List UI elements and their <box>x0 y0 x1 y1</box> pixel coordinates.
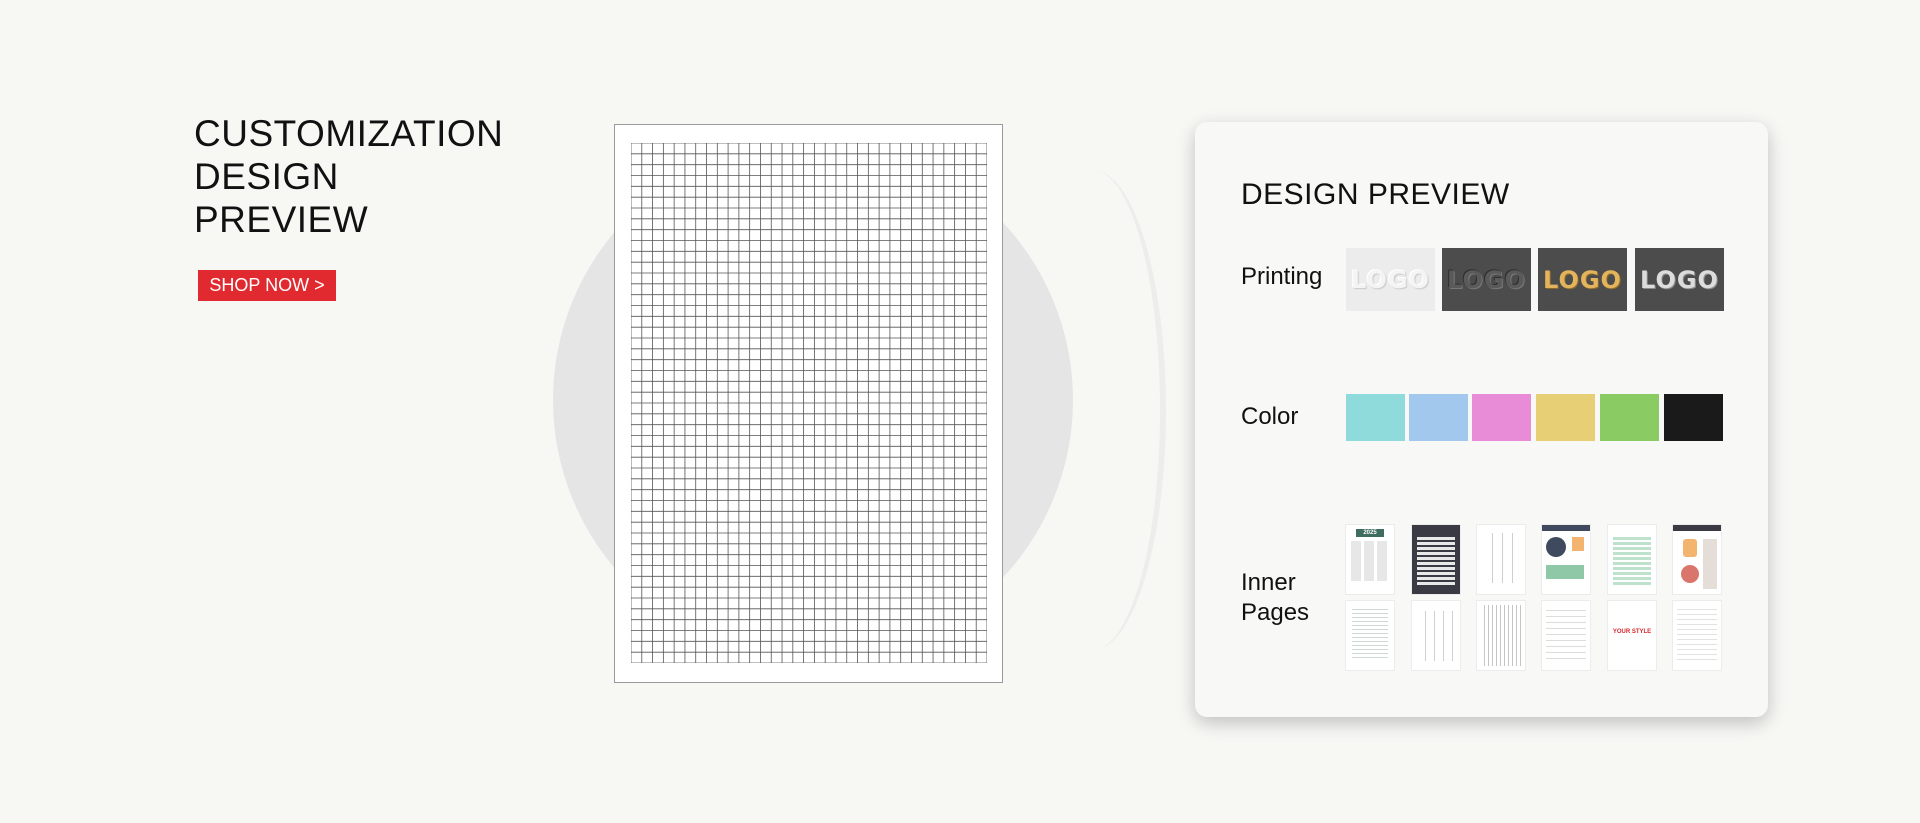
inner-page-table[interactable] <box>1608 525 1656 594</box>
color-swatch-pink[interactable] <box>1472 394 1531 441</box>
hero-title-line-1: CUSTOMIZATION <box>194 113 504 154</box>
inner-page-weekly[interactable] <box>1412 601 1460 670</box>
color-swatch-teal[interactable] <box>1346 394 1405 441</box>
collage-strip <box>1703 539 1717 589</box>
collage-block-orange <box>1683 539 1697 557</box>
inner-page-graph[interactable] <box>1477 601 1525 670</box>
grid-paper-page <box>614 124 1003 683</box>
color-swatch-yellow[interactable] <box>1536 394 1595 441</box>
dotted-rows <box>1677 607 1717 664</box>
printing-option-silver-foil[interactable]: LOGO <box>1635 248 1724 311</box>
graph-grid <box>1481 605 1521 666</box>
collage-header <box>1673 525 1721 531</box>
logo-text: LOGO <box>1447 265 1526 294</box>
logo-text: LOGO <box>1351 265 1430 294</box>
lined-rows <box>1546 607 1586 664</box>
year-label: 2025 <box>1356 529 1384 537</box>
logo-text: LOGO <box>1543 265 1622 294</box>
weekly-grid <box>1417 611 1455 661</box>
color-swatch-green[interactable] <box>1600 394 1659 441</box>
inner-pages-label: Inner Pages <box>1241 568 1309 628</box>
vision-header <box>1542 525 1590 531</box>
collage-circle <box>1681 565 1699 583</box>
color-swatch-black[interactable] <box>1664 394 1723 441</box>
design-preview-card: DESIGN PREVIEW Printing LOGO LOGO LOGO L… <box>1195 122 1768 717</box>
grid-pattern <box>631 143 987 663</box>
vision-circle <box>1546 537 1566 557</box>
inner-page-notes-collage[interactable] <box>1673 525 1721 594</box>
hero-title-line-2: DESIGN <box>194 156 339 197</box>
inner-page-your-style[interactable]: YOUR STYLE <box>1608 601 1656 670</box>
printing-label: Printing <box>1241 263 1323 290</box>
inner-page-dotted[interactable] <box>1673 601 1721 670</box>
table-rows <box>1613 535 1651 585</box>
calendar-grid <box>1351 541 1389 581</box>
card-title: DESIGN PREVIEW <box>1241 178 1510 211</box>
color-label: Color <box>1241 403 1299 430</box>
shop-now-button[interactable]: SHOP NOW > <box>198 270 336 301</box>
vision-block-orange <box>1572 537 1584 551</box>
inner-pages-label-line-2: Pages <box>1241 599 1310 626</box>
inner-page-yearly-calendar[interactable]: 2025 <box>1346 525 1394 594</box>
inner-page-vision-board[interactable] <box>1542 525 1590 594</box>
inner-page-list[interactable] <box>1346 601 1394 670</box>
monthly-grid <box>1483 533 1519 583</box>
your-style-text: YOUR STYLE <box>1612 629 1652 635</box>
printing-option-embossed[interactable]: LOGO <box>1346 248 1435 311</box>
background-arc <box>1020 170 1166 650</box>
inner-page-lined[interactable] <box>1542 601 1590 670</box>
printing-option-debossed[interactable]: LOGO <box>1442 248 1531 311</box>
dark-planner-lines <box>1417 535 1455 587</box>
grid-lines <box>631 143 987 663</box>
logo-text: LOGO <box>1640 265 1719 294</box>
list-lines <box>1352 609 1388 661</box>
printing-option-gold-foil[interactable]: LOGO <box>1538 248 1627 311</box>
vision-block-green <box>1546 565 1584 579</box>
hero-title-line-3: PREVIEW <box>194 199 369 240</box>
hero-title: CUSTOMIZATION DESIGN PREVIEW <box>194 112 503 241</box>
inner-page-monthly[interactable] <box>1477 525 1525 594</box>
inner-pages-label-line-1: Inner <box>1241 569 1296 596</box>
inner-page-dark-planner[interactable] <box>1412 525 1460 594</box>
color-swatch-blue[interactable] <box>1409 394 1468 441</box>
